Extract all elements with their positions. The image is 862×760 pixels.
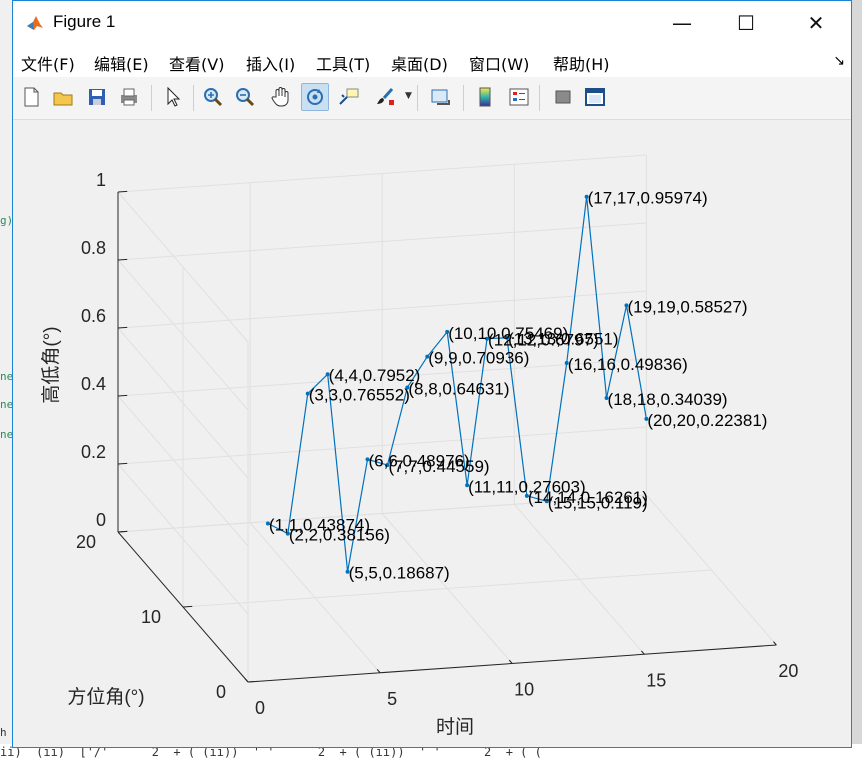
- data-label: (15,15,0.119): [548, 493, 648, 512]
- x-tick-mark: [773, 641, 777, 646]
- x-tick-mark: [508, 659, 513, 664]
- z-tick-label: 0.4: [81, 374, 106, 394]
- x-tick-label: 15: [646, 670, 666, 690]
- x-tick-label: 20: [778, 661, 798, 681]
- data-label: (8,8,0.64631): [408, 379, 509, 398]
- z-tick-mark: [117, 530, 128, 533]
- y-tick-label: 20: [76, 532, 96, 552]
- x-tick-label: 0: [255, 698, 265, 718]
- data-label: (5,5,0.18687): [349, 564, 450, 583]
- data-label: (13,13,0.6551): [508, 330, 619, 349]
- data-label: (9,9,0.70936): [428, 349, 529, 368]
- z-tick-label: 0: [96, 510, 106, 530]
- y-tick-label: 0: [216, 682, 226, 702]
- data-label: (2,2,0.38156): [289, 526, 390, 545]
- data-label: (16,16,0.49836): [568, 355, 688, 374]
- y-tick-mark: [247, 680, 258, 683]
- z-tick-mark: [117, 190, 128, 193]
- data-label: (17,17,0.95974): [588, 189, 708, 208]
- z-axis-label: 高低角(°): [40, 326, 62, 403]
- z-tick-mark: [117, 462, 128, 465]
- plot-area[interactable]: 0 5 10 15 200102000.20.40.60.81 (1,1,0.43874…: [0, 0, 862, 760]
- y-axis-label: 方位角(°): [67, 686, 144, 708]
- z-tick-label: 1: [96, 170, 106, 190]
- x-tick-label: 10: [514, 680, 534, 700]
- x-tick-label: 5: [387, 689, 397, 709]
- y-tick-label: 10: [141, 607, 161, 627]
- x-axis-label: 时间: [436, 716, 474, 738]
- x-tick-mark: [376, 669, 381, 674]
- data-label: (4,4,0.7952): [329, 366, 421, 385]
- data-label: (7,7,0.44559): [388, 457, 489, 476]
- y-tick-mark: [182, 605, 193, 608]
- z-tick-mark: [117, 394, 128, 397]
- z-tick-label: 0.2: [81, 442, 106, 462]
- x-tick-mark: [640, 650, 645, 655]
- z-tick-mark: [117, 326, 128, 329]
- z-tick-label: 0.8: [81, 238, 106, 258]
- data-label: (3,3,0.76552): [309, 386, 410, 405]
- data-label: (19,19,0.58527): [627, 297, 747, 316]
- data-label: (20,20,0.22381): [647, 411, 767, 430]
- data-label: (18,18,0.34039): [608, 390, 728, 409]
- z-tick-mark: [117, 258, 128, 261]
- z-tick-label: 0.6: [81, 306, 106, 326]
